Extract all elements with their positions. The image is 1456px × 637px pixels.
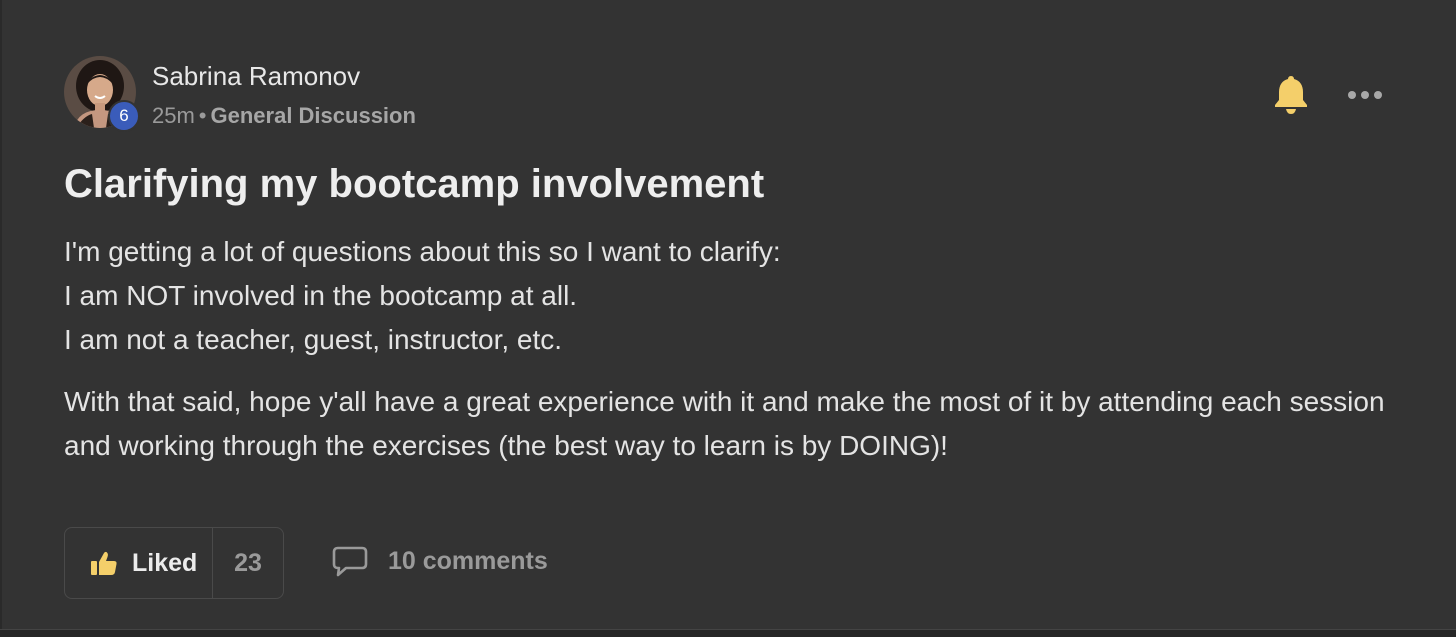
card-divider xyxy=(0,629,1456,637)
more-options-icon[interactable] xyxy=(1346,82,1384,108)
post-meta: 25m • General Discussion xyxy=(152,103,416,129)
bell-icon[interactable] xyxy=(1272,73,1310,115)
body-line: I am not a teacher, guest, instructor, e… xyxy=(64,324,563,355)
body-paragraph: With that said, hope y'all have a great … xyxy=(64,386,1385,461)
like-control: Liked 23 xyxy=(64,527,284,599)
author-avatar-group[interactable]: 6 xyxy=(64,56,140,132)
post-time: 25m xyxy=(152,103,195,128)
post-category[interactable]: General Discussion xyxy=(211,103,416,128)
comments-label: 10 comments xyxy=(388,546,548,575)
thumbs-up-icon xyxy=(91,551,117,575)
post-title[interactable]: Clarifying my bootcamp involvement xyxy=(64,162,764,207)
author-name[interactable]: Sabrina Ramonov xyxy=(152,61,360,92)
post-body: I'm getting a lot of questions about thi… xyxy=(64,230,1394,468)
comments-button[interactable]: 10 comments xyxy=(332,545,548,577)
comment-bubble-icon xyxy=(332,546,368,577)
meta-separator: • xyxy=(198,103,207,128)
like-count[interactable]: 23 xyxy=(213,549,283,578)
body-line: I'm getting a lot of questions about thi… xyxy=(64,236,781,267)
body-line: I am NOT involved in the bootcamp at all… xyxy=(64,280,578,311)
post-card: 6 Sabrina Ramonov 25m • General Discussion… xyxy=(0,0,1456,629)
like-label: Liked xyxy=(132,548,198,577)
like-button[interactable]: Liked xyxy=(65,528,213,598)
level-badge: 6 xyxy=(108,100,140,132)
